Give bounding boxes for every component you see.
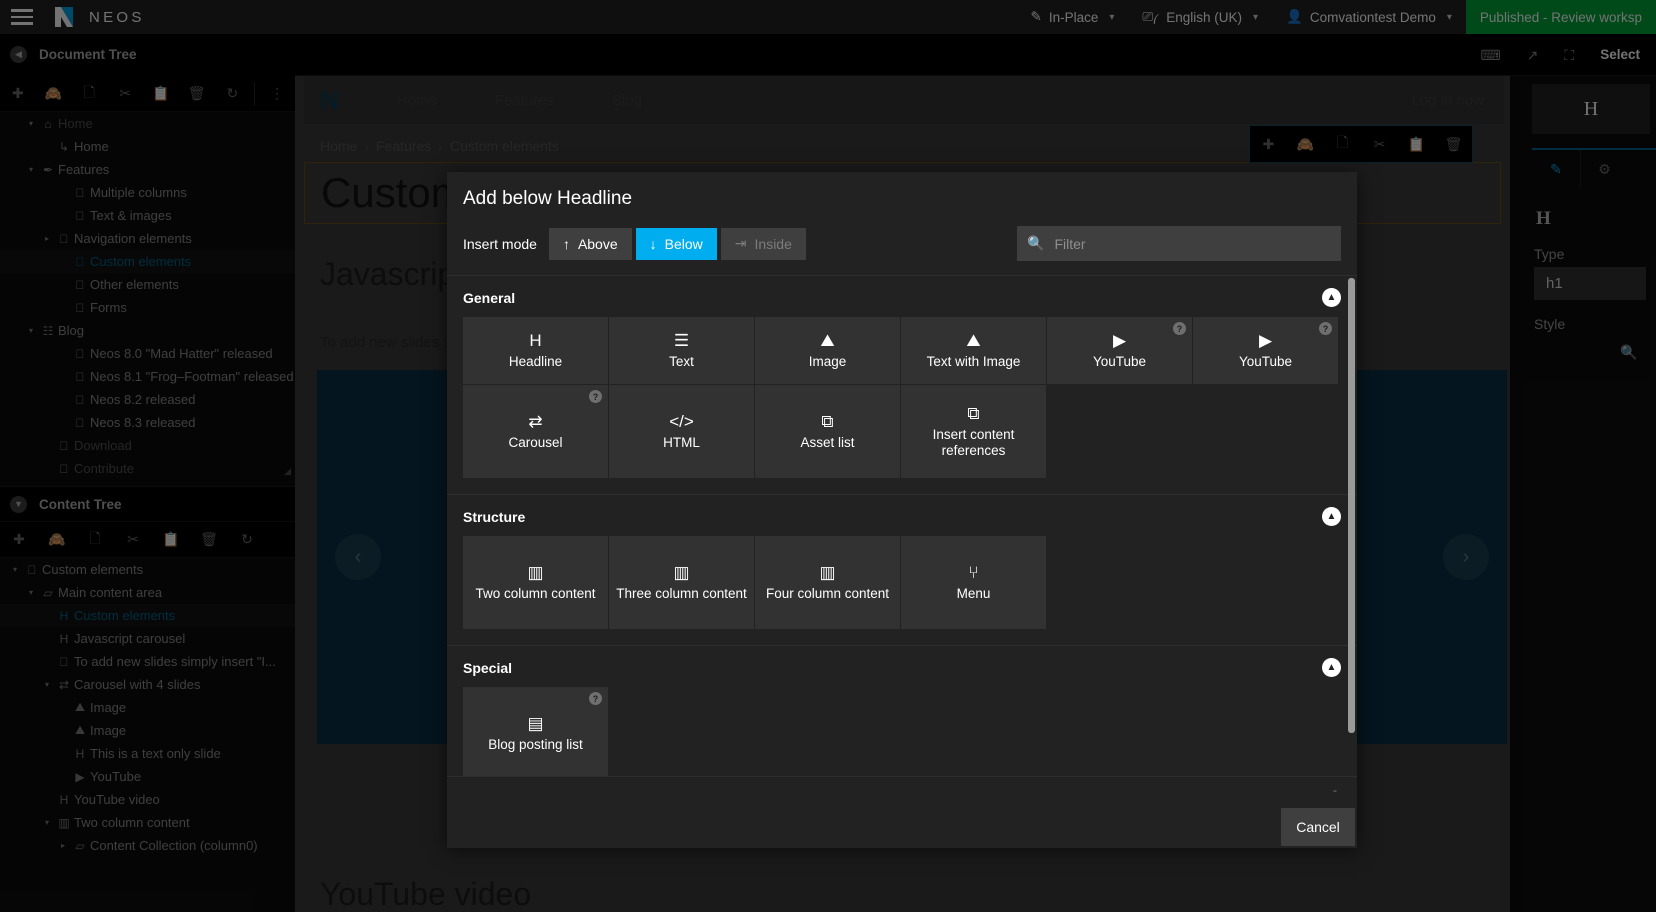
filter-input[interactable] [1054, 236, 1331, 252]
node-type-label: Insert content references [905, 427, 1042, 457]
add-content-modal: Add below Headline Insert mode ↑ Above ↓… [447, 172, 1357, 848]
group-header: Special ▲ [447, 646, 1357, 687]
three-column-icon: ▥ [673, 564, 689, 581]
text-with-image-icon: ⛰ [966, 332, 980, 349]
modal-header: Add below Headline [447, 172, 1357, 210]
carousel-icon: ⇄ [528, 413, 542, 430]
text-icon: ☰ [674, 332, 689, 349]
asset-list-icon: ⧉ [821, 413, 833, 430]
node-type-tile[interactable]: H Headline [463, 317, 608, 384]
group-header: General ▲ [447, 276, 1357, 317]
arrow-up-icon: ↑ [563, 236, 570, 252]
blog-posting-list-icon: ▤ [527, 715, 543, 732]
node-type-tile[interactable]: ? ▶ YouTube [1193, 317, 1338, 384]
arrow-into-icon: ⇥ [735, 235, 747, 252]
node-type-group: Special ▲? ▤ Blog posting list [447, 646, 1357, 776]
headline-icon: H [529, 332, 541, 349]
node-type-tile[interactable]: ? ▤ Blog posting list [463, 687, 608, 776]
node-type-label: Headline [509, 354, 562, 369]
insert-mode-below-button[interactable]: ↓ Below [636, 228, 717, 260]
modal-title: Add below Headline [463, 188, 1341, 210]
node-type-label: HTML [663, 435, 700, 450]
search-icon: 🔍 [1027, 235, 1044, 252]
insert-mode-below-label: Below [665, 236, 703, 252]
node-type-label: Asset list [800, 435, 854, 450]
node-type-groups[interactable]: General ▲ H Headline ☰ Text ⛰ Image ⛰ Text with I… [447, 275, 1357, 776]
chevron-up-icon[interactable]: ▲ [1322, 507, 1341, 526]
footer-marker: - [1333, 783, 1337, 797]
node-type-tile[interactable]: ? ⇄ Carousel [463, 385, 608, 478]
chevron-up-icon[interactable]: ▲ [1322, 288, 1341, 307]
help-icon[interactable]: ? [1173, 322, 1186, 335]
group-title: Special [463, 660, 512, 676]
node-type-label: Three column content [616, 586, 747, 601]
help-icon[interactable]: ? [1319, 322, 1332, 335]
youtube-icon: ▶ [1259, 332, 1272, 349]
insert-mode-above-button[interactable]: ↑ Above [549, 228, 632, 260]
html-icon: </> [669, 413, 694, 430]
two-column-icon: ▥ [527, 564, 543, 581]
node-type-label: Carousel [508, 435, 562, 450]
node-type-label: Text with Image [927, 354, 1021, 369]
node-type-tile[interactable]: ⧉ Asset list [755, 385, 900, 478]
help-icon[interactable]: ? [589, 692, 602, 705]
group-title: General [463, 290, 515, 306]
node-type-label: YouTube [1093, 354, 1146, 369]
node-type-tile[interactable]: ▥ Three column content [609, 536, 754, 629]
insert-mode-inside-label: Inside [755, 236, 792, 252]
arrow-down-icon: ↓ [650, 236, 657, 252]
node-type-tile[interactable]: ? ▶ YouTube [1047, 317, 1192, 384]
node-type-label: Text [669, 354, 694, 369]
youtube-icon: ▶ [1113, 332, 1126, 349]
group-header: Structure ▲ [447, 495, 1357, 536]
modal-controls: Insert mode ↑ Above ↓ Below ⇥ Inside 🔍 [447, 210, 1357, 275]
tile-grid: ▥ Two column content ▥ Three column content… [447, 536, 1357, 645]
modal-scrollbar[interactable] [1348, 278, 1355, 733]
filter-field-wrapper[interactable]: 🔍 [1017, 226, 1341, 261]
node-type-group: General ▲ H Headline ☰ Text ⛰ Image ⛰ Text with I… [447, 276, 1357, 495]
node-type-tile[interactable]: ⛰ Image [755, 317, 900, 384]
insert-mode-inside-button: ⇥ Inside [721, 228, 806, 260]
modal-footer: - Cancel [447, 776, 1357, 848]
node-type-tile[interactable]: ⑂ Menu [901, 536, 1046, 629]
node-type-label: Menu [957, 586, 991, 601]
insert-mode-label: Insert mode [463, 236, 537, 252]
menu-icon: ⑂ [968, 564, 978, 581]
node-type-tile[interactable]: ☰ Text [609, 317, 754, 384]
tile-grid: ? ▤ Blog posting list [447, 687, 1357, 776]
group-title: Structure [463, 509, 525, 525]
node-type-label: YouTube [1239, 354, 1292, 369]
node-type-tile[interactable]: ⛰ Text with Image [901, 317, 1046, 384]
node-type-tile[interactable]: ⧉ Insert content references [901, 385, 1046, 478]
node-type-label: Image [809, 354, 847, 369]
image-icon: ⛰ [820, 332, 834, 349]
four-column-icon: ▥ [819, 564, 835, 581]
tile-grid: H Headline ☰ Text ⛰ Image ⛰ Text with Image? ▶ Yo… [447, 317, 1357, 494]
chevron-up-icon[interactable]: ▲ [1322, 658, 1341, 677]
node-type-tile[interactable]: </> HTML [609, 385, 754, 478]
insert-mode-above-label: Above [578, 236, 618, 252]
cancel-button[interactable]: Cancel [1281, 808, 1355, 846]
node-type-tile[interactable]: ▥ Two column content [463, 536, 608, 629]
node-type-tile[interactable]: ▥ Four column content [755, 536, 900, 629]
insert-content-references-icon: ⧉ [967, 405, 979, 422]
help-icon[interactable]: ? [589, 390, 602, 403]
node-type-label: Blog posting list [488, 737, 583, 752]
node-type-label: Four column content [766, 586, 889, 601]
node-type-group: Structure ▲ ▥ Two column content ▥ Three colu… [447, 495, 1357, 646]
node-type-label: Two column content [475, 586, 595, 601]
